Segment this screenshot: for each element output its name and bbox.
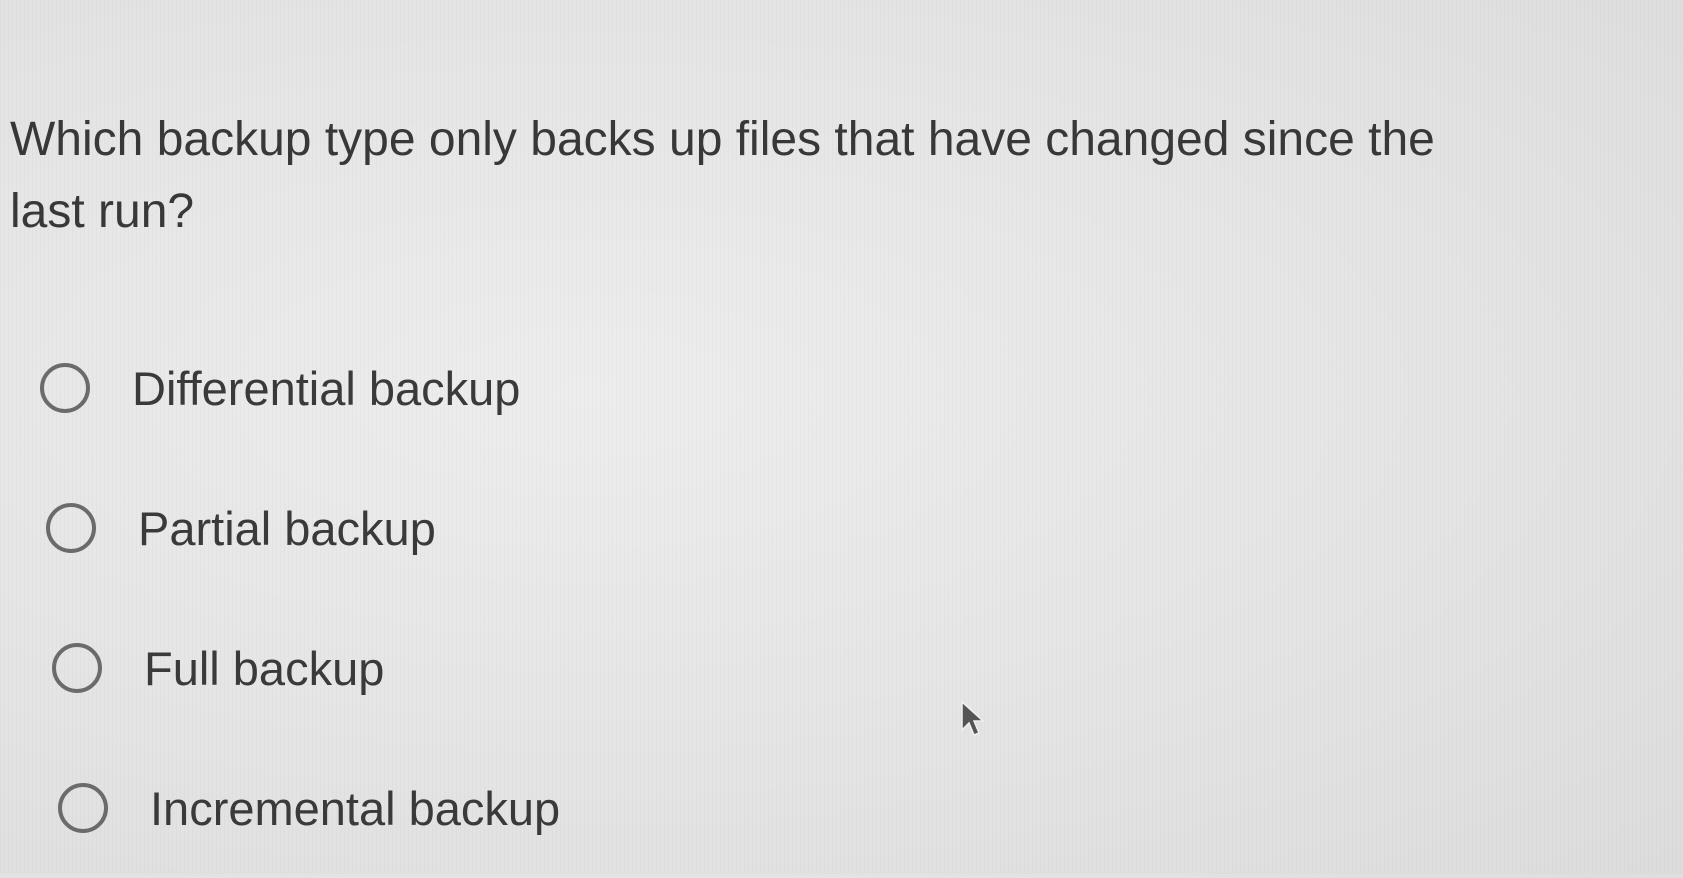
option-label: Partial backup xyxy=(138,501,436,555)
option-label: Full backup xyxy=(144,641,385,695)
radio-unchecked-icon[interactable] xyxy=(46,503,96,553)
option-label: Differential backup xyxy=(132,361,521,415)
radio-unchecked-icon[interactable] xyxy=(52,643,102,693)
answer-option-incremental[interactable]: Incremental backup xyxy=(10,738,1530,878)
question-text: Which backup type only backs up files th… xyxy=(10,113,1435,238)
radio-unchecked-icon[interactable] xyxy=(40,363,90,413)
answer-option-full[interactable]: Full backup xyxy=(10,598,1530,738)
mouse-pointer-icon xyxy=(961,700,985,736)
answer-options: Differential backup Partial backup Full … xyxy=(10,318,1530,878)
answer-option-differential[interactable]: Differential backup xyxy=(10,318,1530,458)
answer-option-partial[interactable]: Partial backup xyxy=(10,458,1530,598)
option-label: Incremental backup xyxy=(150,781,561,835)
quiz-question-block: Which backup type only backs up files th… xyxy=(10,104,1530,878)
radio-unchecked-icon[interactable] xyxy=(58,783,108,833)
